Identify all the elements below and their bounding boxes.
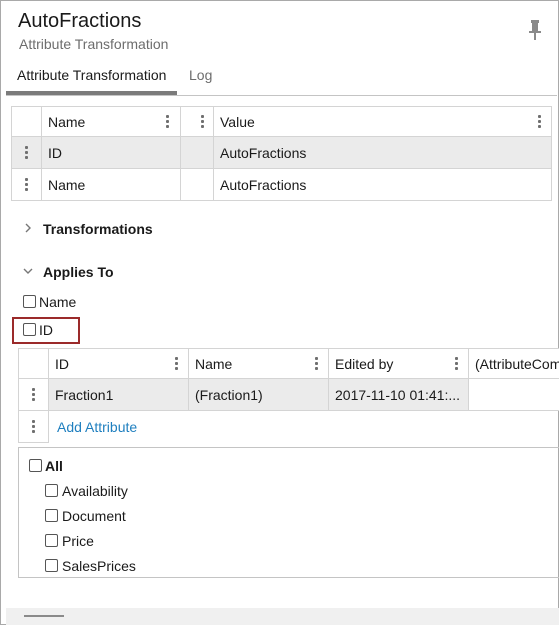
tab-attribute-transformation[interactable]: Attribute Transformation [17,67,166,83]
column-header-label: Name [195,355,233,372]
column-header-attribute-com[interactable]: (AttributeCom [468,348,559,379]
chevron-right-icon[interactable] [23,223,33,233]
row-handle[interactable] [18,378,49,411]
checkbox-document[interactable] [45,509,58,522]
row-handle[interactable] [18,410,49,443]
checkbox-label: Price [62,533,94,549]
horizontal-scrollbar[interactable] [6,608,559,625]
add-attribute-link[interactable]: Add Attribute [57,419,137,435]
kebab-menu-icon[interactable] [201,114,205,130]
column-header-label: Value [220,113,255,130]
kebab-menu-icon[interactable] [32,387,36,403]
row-handle[interactable] [11,136,42,169]
row-handle-header [18,348,49,379]
checkbox-label: Availability [62,483,128,499]
row-handle[interactable] [11,168,42,201]
kebab-menu-icon[interactable] [175,356,179,372]
table-cell-name[interactable]: ID [41,136,181,169]
active-tab-indicator [6,91,177,95]
table-cell-blank[interactable] [180,136,214,169]
kebab-menu-icon[interactable] [538,114,542,130]
kebab-menu-icon[interactable] [25,177,29,193]
table-cell-value[interactable]: AutoFractions [213,168,552,201]
column-header-label: Edited by [335,355,394,372]
checkbox-price[interactable] [45,534,58,547]
checkbox-label: Document [62,508,126,524]
checkbox-name[interactable] [23,295,36,308]
table-cell-edited-by[interactable]: 2017-11-10 01:41:... [328,378,469,411]
scrollbar-thumb[interactable] [24,615,64,617]
tab-log[interactable]: Log [189,67,212,83]
checkbox-label: SalesPrices [62,558,136,574]
section-transformations[interactable]: Transformations [43,221,153,237]
table-cell-name[interactable]: Name [41,168,181,201]
kebab-menu-icon[interactable] [25,145,29,161]
table-cell-id[interactable]: Fraction1 [48,378,189,411]
column-header-value[interactable]: Value [213,106,552,137]
column-header-edited-by[interactable]: Edited by [328,348,469,379]
chevron-down-icon[interactable] [23,266,33,276]
checkbox-salesprices[interactable] [45,559,58,572]
column-header-name[interactable]: Name [188,348,329,379]
column-header-id[interactable]: ID [48,348,189,379]
kebab-menu-icon[interactable] [32,419,36,435]
checkbox-label: ID [39,322,53,338]
table-cell-value[interactable]: AutoFractions [213,136,552,169]
kebab-menu-icon[interactable] [315,356,319,372]
pin-icon[interactable] [528,19,542,41]
panel-subtitle: Attribute Transformation [19,36,169,52]
table-cell-attribute-com[interactable] [468,378,559,411]
panel-title: AutoFractions [18,10,142,32]
tab-bar: Attribute Transformation Log [6,63,557,96]
checkbox-all[interactable] [29,459,42,472]
column-header-label: ID [55,355,69,372]
row-handle-header [11,106,42,137]
checkbox-id[interactable] [23,323,36,336]
kebab-menu-icon[interactable] [455,356,459,372]
checkbox-label: Name [39,294,77,310]
column-header-name[interactable]: Name [41,106,181,137]
section-applies-to[interactable]: Applies To [43,264,114,280]
table-cell-blank[interactable] [180,168,214,201]
checkbox-availability[interactable] [45,484,58,497]
checkbox-label-all: All [45,458,63,474]
kebab-menu-icon[interactable] [166,114,170,130]
column-header-label: Name [48,113,86,130]
column-header-label: (AttributeCom [475,355,559,372]
column-header-blank[interactable] [180,106,214,137]
table-cell-name[interactable]: (Fraction1) [188,378,329,411]
attribute-transformation-panel: AutoFractions Attribute Transformation A… [0,0,559,625]
